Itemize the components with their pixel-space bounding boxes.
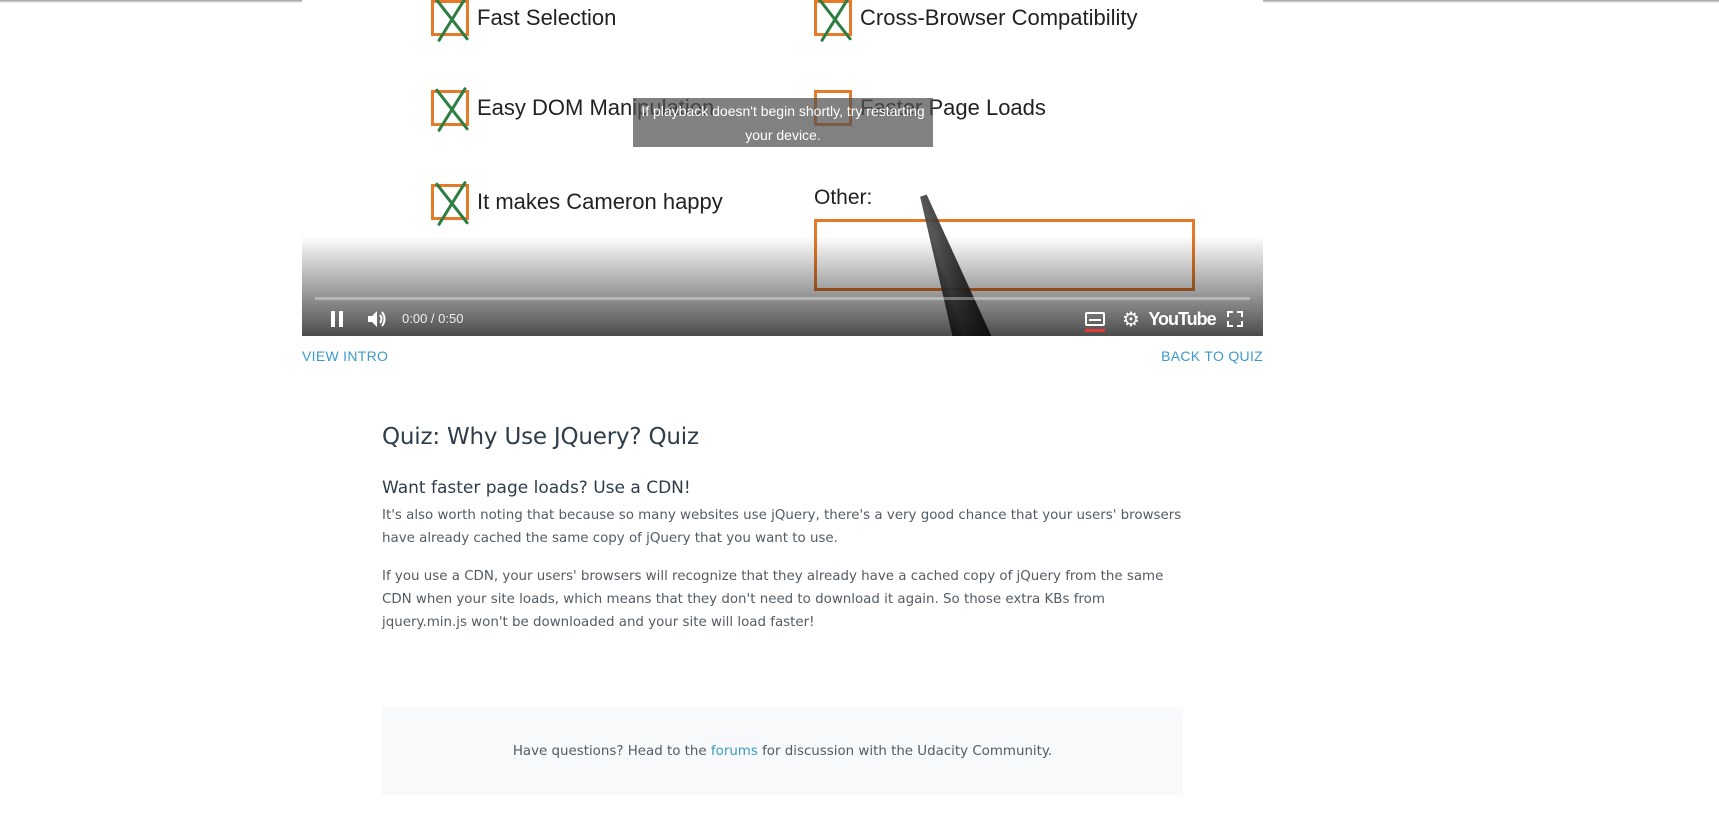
article: Quiz: Why Use JQuery? Quiz Want faster p… [382, 424, 1182, 649]
option-label: Fast Selection [477, 5, 617, 30]
captions-icon[interactable] [1081, 302, 1109, 336]
forum-callout: Have questions? Head to the forums for d… [382, 707, 1183, 795]
volume-icon[interactable] [362, 302, 392, 336]
youtube-logo[interactable]: YouTube [1148, 302, 1216, 336]
other-label: Other: [814, 186, 873, 209]
page-title: Quiz: Why Use JQuery? Quiz [382, 424, 699, 450]
option-cross-browser: Cross-Browser Compatibility [814, 0, 1138, 43]
progress-bar[interactable] [315, 297, 1250, 300]
checked-box-icon [431, 86, 470, 133]
checked-box-icon [431, 180, 470, 227]
section-heading: Want faster page loads? Use a CDN! [382, 478, 691, 498]
option-fast-selection: Fast Selection [431, 0, 617, 43]
forum-text-before: Have questions? Head to the [512, 743, 711, 759]
forums-link[interactable]: forums [711, 744, 758, 759]
gear-icon[interactable]: ⚙ [1117, 302, 1145, 336]
option-label: Cross-Browser Compatibility [860, 5, 1138, 30]
option-label: It makes Cameron happy [477, 189, 723, 214]
fullscreen-icon[interactable] [1220, 302, 1250, 336]
checked-box-icon [431, 0, 470, 43]
time-display: 0:00 / 0:50 [402, 311, 464, 326]
playback-toast: If playback doesn't begin shortly, try r… [633, 98, 933, 147]
checked-box-icon [814, 0, 853, 43]
forum-text-after: for discussion with the Udacity Communit… [757, 743, 1053, 759]
video-player[interactable]: Fast Selection Easy DOM Manipulation It … [302, 0, 1263, 336]
pause-icon[interactable] [324, 302, 350, 336]
page: Fast Selection Easy DOM Manipulation It … [0, 0, 1719, 818]
paragraph: It's also worth noting that because so m… [382, 508, 1182, 546]
view-intro-link[interactable]: VIEW INTRO [302, 348, 388, 364]
paragraph: If you use a CDN, your users' browsers w… [382, 569, 1164, 630]
player-controls: 0:00 / 0:50 ⚙ YouTube [302, 302, 1263, 336]
back-to-quiz-link[interactable]: BACK TO QUIZ [1161, 348, 1263, 364]
option-cameron: It makes Cameron happy [431, 180, 723, 227]
